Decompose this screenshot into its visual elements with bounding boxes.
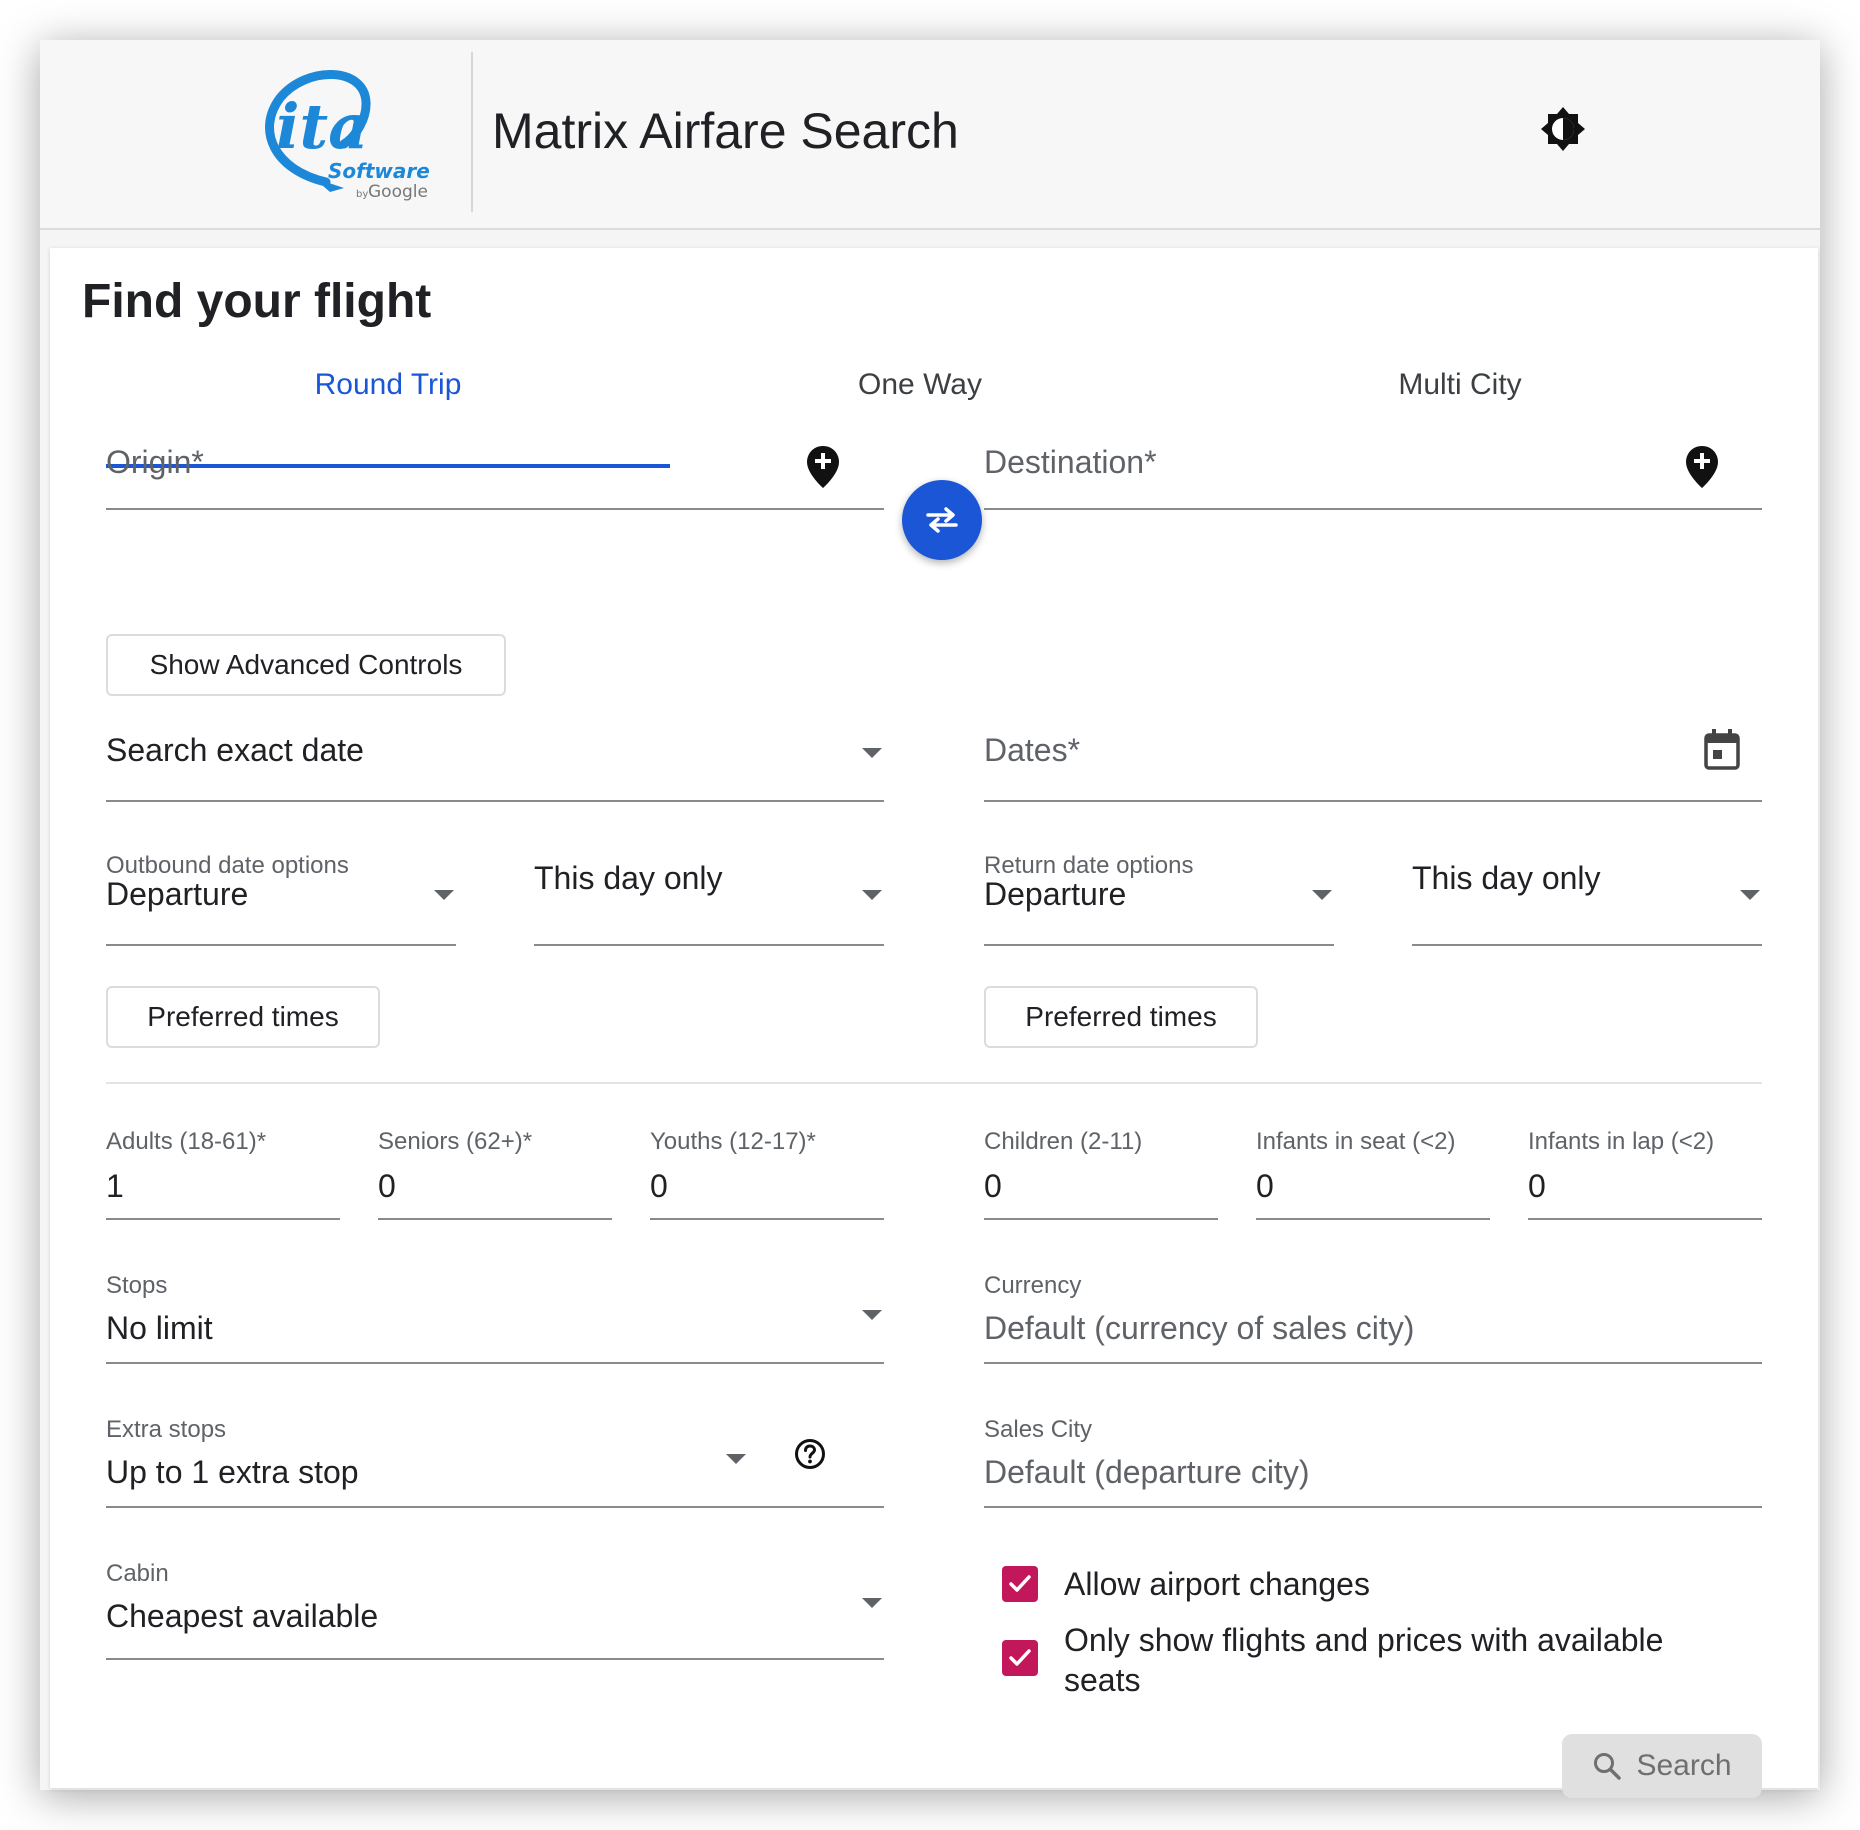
add-location-icon[interactable] <box>805 444 841 490</box>
youths-value: 0 <box>650 1168 668 1204</box>
chevron-down-icon[interactable] <box>862 748 882 758</box>
brightness-icon[interactable] <box>1538 104 1588 154</box>
destination-underline <box>984 508 1762 510</box>
extra-stops-label: Extra stops <box>106 1416 227 1443</box>
adults-underline <box>106 1218 340 1220</box>
infants-in-lap-value: 0 <box>1528 1168 1546 1204</box>
children-label: Children (2-11) <box>984 1128 1143 1155</box>
date-mode-value: Search exact date <box>106 732 364 768</box>
adults-label: Adults (18-61)* <box>106 1128 267 1155</box>
allow-airport-changes-label: Allow airport changes <box>1064 1566 1370 1602</box>
outbound-range-underline <box>534 944 884 946</box>
seniors-value: 0 <box>378 1168 396 1204</box>
search-card: Find your flight Round Trip One Way Mult… <box>50 248 1818 1798</box>
infants-in-seat-value: 0 <box>1256 1168 1274 1204</box>
chevron-down-icon[interactable] <box>726 1454 746 1464</box>
app-window: ita Software by Google Matrix Airfare Se… <box>40 40 1820 1798</box>
infants-in-lap-underline <box>1528 1218 1762 1220</box>
calendar-icon[interactable] <box>1702 728 1742 772</box>
sales-city-value: Default (departure city) <box>984 1454 1310 1490</box>
youths-label: Youths (12-17)* <box>650 1128 816 1155</box>
chevron-down-icon[interactable] <box>862 1598 882 1608</box>
children-value: 0 <box>984 1168 1002 1204</box>
return-range-underline <box>1412 944 1762 946</box>
cabin-underline <box>106 1658 884 1660</box>
stops-label: Stops <box>106 1272 168 1299</box>
check-icon <box>1009 1649 1031 1666</box>
chevron-down-icon[interactable] <box>862 890 882 900</box>
return-type-underline <box>984 944 1334 946</box>
svg-text:ita: ita <box>276 90 368 163</box>
return-range-value: This day only <box>1412 860 1601 896</box>
return-type-value: Departure <box>984 876 1127 912</box>
adults-value: 1 <box>106 1168 124 1204</box>
children-underline <box>984 1218 1218 1220</box>
tab-round-trip[interactable]: Round Trip <box>106 368 670 408</box>
origin-underline <box>106 508 884 510</box>
swap-icon <box>926 507 958 533</box>
stops-underline <box>106 1362 884 1364</box>
tab-one-way[interactable]: One Way <box>650 368 1190 408</box>
show-advanced-controls-button[interactable]: Show Advanced Controls <box>106 634 506 696</box>
svg-text:Google: Google <box>368 182 428 202</box>
sales-city-label: Sales City <box>984 1416 1093 1443</box>
destination-placeholder: Destination* <box>984 444 1157 480</box>
help-icon[interactable] <box>794 1438 826 1470</box>
cabin-value: Cheapest available <box>106 1598 379 1634</box>
infants-in-lap-label: Infants in lap (<2) <box>1528 1128 1715 1155</box>
header-divider <box>471 52 473 212</box>
available-seats-checkbox[interactable] <box>1002 1640 1038 1676</box>
check-icon <box>1009 1575 1031 1592</box>
seniors-label: Seniors (62+)* <box>378 1128 533 1155</box>
svg-text:Software: Software <box>328 159 430 183</box>
dates-placeholder: Dates* <box>984 732 1081 768</box>
chevron-down-icon[interactable] <box>434 890 454 900</box>
chevron-down-icon[interactable] <box>1740 890 1760 900</box>
add-location-icon[interactable] <box>1684 444 1720 490</box>
cabin-label: Cabin <box>106 1560 169 1587</box>
search-icon <box>1594 1753 1622 1780</box>
svg-text:by: by <box>356 189 368 200</box>
outbound-type-value: Departure <box>106 876 249 912</box>
currency-label: Currency <box>984 1272 1082 1299</box>
stops-value: No limit <box>106 1310 213 1346</box>
return-preferred-times-button[interactable]: Preferred times <box>984 986 1258 1048</box>
search-button[interactable]: Search <box>1562 1734 1762 1798</box>
ita-software-logo: ita Software by Google <box>265 70 430 202</box>
outbound-preferred-times-button[interactable]: Preferred times <box>106 986 380 1048</box>
seniors-underline <box>378 1218 612 1220</box>
outbound-type-underline <box>106 944 456 946</box>
search-button-label: Search <box>1636 1749 1732 1782</box>
youths-underline <box>650 1218 884 1220</box>
section-divider <box>106 1082 1762 1084</box>
chevron-down-icon[interactable] <box>862 1310 882 1320</box>
date-mode-underline <box>106 800 884 802</box>
extra-stops-value: Up to 1 extra stop <box>106 1454 359 1490</box>
outbound-range-value: This day only <box>534 860 723 896</box>
tab-multi-city[interactable]: Multi City <box>1190 368 1730 408</box>
currency-value: Default (currency of sales city) <box>984 1310 1415 1346</box>
currency-underline <box>984 1362 1762 1364</box>
allow-airport-changes-checkbox[interactable] <box>1002 1566 1038 1602</box>
dates-underline <box>984 800 1762 802</box>
infants-in-seat-underline <box>1256 1218 1490 1220</box>
extra-stops-underline <box>106 1506 884 1508</box>
swap-button[interactable] <box>902 480 982 560</box>
available-seats-label: Only show flights and prices with availa… <box>1064 1622 1664 1698</box>
chevron-down-icon[interactable] <box>1312 890 1332 900</box>
infants-in-seat-label: Infants in seat (<2) <box>1256 1128 1456 1155</box>
app-title: Matrix Airfare Search <box>492 103 959 159</box>
origin-placeholder: Origin* <box>106 444 204 480</box>
sales-city-underline <box>984 1506 1762 1508</box>
card-title: Find your flight <box>82 275 432 328</box>
app-header: ita Software by Google Matrix Airfare Se… <box>40 40 1820 230</box>
